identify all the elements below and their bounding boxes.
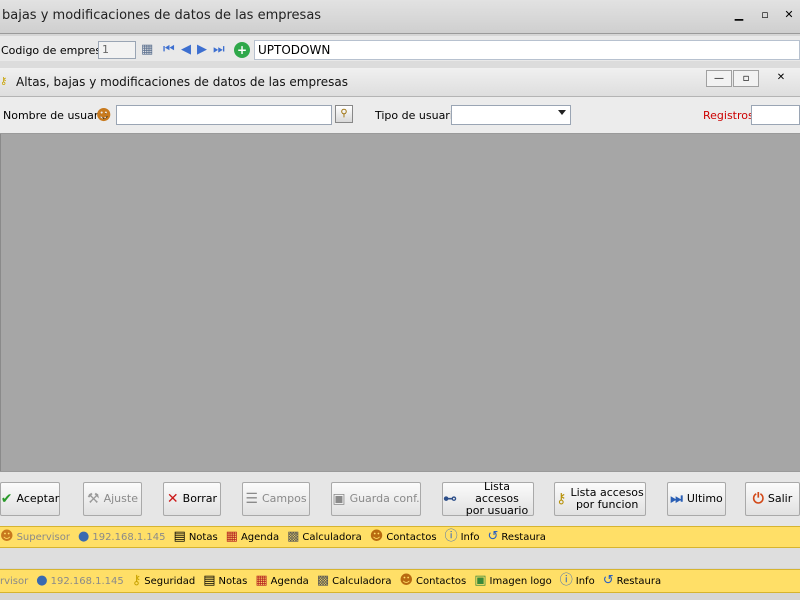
outer-window: bajas y modificaciones de datos de las e… — [0, 0, 800, 600]
registros-label: Registros — [703, 109, 754, 122]
status-user: rvisor — [0, 575, 29, 587]
registros-field — [751, 105, 800, 125]
status-contactos[interactable]: ☻ Contactos — [399, 574, 466, 588]
notepad-icon: ▤ — [203, 573, 216, 588]
next-icon: ⏭ — [670, 491, 683, 507]
codigo-label: Codigo de empresa — [1, 44, 108, 57]
inner-window-title: Altas, bajas y modificaciones de datos d… — [16, 75, 349, 89]
status-gap — [0, 548, 800, 568]
ultimo-button[interactable]: ⏭ Ultimo — [667, 482, 726, 516]
inner-window: ⚷ Altas, bajas y modificaciones de datos… — [0, 68, 800, 600]
keys-icon: ⚷ — [556, 491, 567, 507]
tipo-usuario-select[interactable] — [451, 105, 571, 125]
inner-minimize-button[interactable]: — — [706, 70, 732, 87]
last-record-icon[interactable]: ⏭ — [213, 42, 225, 58]
status-calculadora[interactable]: ▩ Calculadora — [287, 530, 362, 544]
nombre-usuario-label: Nombre de usuario — [3, 109, 109, 122]
records-area — [0, 134, 800, 471]
binoculars-icon: ⊷ — [443, 491, 457, 507]
lista-accesos-funcion-button[interactable]: ⚷ Lista accesos por funcion — [554, 482, 646, 516]
status-agenda[interactable]: ▦ Agenda — [226, 530, 279, 544]
filter-bar: Nombre de usuario ☻ ⚲ Tipo de usuario Re… — [0, 97, 800, 134]
key-icon: ⚷ — [131, 573, 142, 588]
x-icon: ✕ — [166, 491, 179, 507]
power-icon: ⏻ — [752, 491, 764, 507]
network-icon: ● — [78, 529, 90, 544]
outer-window-title: bajas y modificaciones de datos de las e… — [2, 8, 322, 23]
status-restaura[interactable]: ↺ Restaura — [603, 574, 661, 588]
ajuste-button[interactable]: ⚒ Ajuste — [83, 482, 142, 516]
status-info[interactable]: ⓘ Info — [560, 574, 595, 588]
first-record-icon[interactable]: ⏮ — [163, 42, 175, 58]
list-icon: ☰ — [245, 491, 258, 507]
status-info[interactable]: ⓘ Info — [445, 530, 480, 544]
notepad-icon: ▤ — [173, 529, 186, 544]
inner-status-bar: ☻ Supervisor ● 192.168.1.145 ▤ Notas ▦ A… — [0, 526, 800, 548]
status-ip: ● 192.168.1.145 — [78, 529, 166, 544]
user-icon: ☻ — [0, 529, 14, 544]
status-notas[interactable]: ▤ Notas — [174, 530, 218, 544]
previous-record-icon[interactable]: ◀ — [181, 42, 191, 58]
campos-button[interactable]: ☰ Campos — [242, 482, 310, 516]
inner-close-button[interactable]: ✕ — [768, 70, 794, 87]
calculator-icon: ▩ — [316, 573, 330, 588]
borrar-button[interactable]: ✕ Borrar — [163, 482, 221, 516]
floppy-icon: ▣ — [332, 491, 346, 507]
inner-titlebar: ⚷ Altas, bajas y modificaciones de datos… — [0, 68, 800, 97]
outer-titlebar: bajas y modificaciones de datos de las e… — [0, 0, 800, 34]
status-seguridad[interactable]: ⚷ Seguridad — [132, 574, 195, 588]
guarda-conf-button[interactable]: ▣ Guarda conf. — [331, 482, 421, 516]
chevron-down-icon — [558, 110, 566, 115]
aceptar-button[interactable]: ✔ Aceptar — [0, 482, 60, 516]
wrench-icon: ⚒ — [87, 491, 100, 507]
info-icon: ⓘ — [559, 573, 573, 588]
company-name-field[interactable]: UPTODOWN — [254, 40, 800, 60]
calendar-icon: ▦ — [255, 573, 268, 588]
contacts-icon: ☻ — [399, 573, 414, 588]
user-search-button[interactable]: ⚲ — [335, 105, 353, 123]
tipo-usuario-label: Tipo de usuario — [375, 109, 460, 122]
inner-restore-button[interactable]: ▫ — [733, 70, 759, 87]
check-icon: ✔ — [0, 491, 13, 507]
user-icon: ☻ — [96, 106, 112, 124]
status-contactos[interactable]: ☻ Contactos — [370, 530, 437, 544]
status-agenda[interactable]: ▦ Agenda — [255, 574, 308, 588]
network-icon: ● — [36, 573, 48, 588]
outer-status-bar: rvisor ● 192.168.1.145 ⚷ Seguridad ▤ Not… — [0, 569, 800, 593]
next-record-icon[interactable]: ▶ — [197, 42, 207, 58]
outer-close-button[interactable]: ✕ — [780, 6, 798, 24]
status-imagen-logo[interactable]: ▣ Imagen logo — [474, 574, 552, 588]
image-icon: ▣ — [474, 573, 487, 588]
calculator-icon: ▩ — [287, 529, 300, 544]
info-icon: ⓘ — [444, 529, 458, 544]
outer-maximize-button[interactable]: ▫ — [756, 6, 774, 24]
salir-button[interactable]: ⏻ Salir — [745, 482, 800, 516]
outer-minimize-button[interactable]: ▁ — [730, 6, 748, 24]
contacts-icon: ☻ — [369, 529, 384, 544]
button-bar: ✔ Aceptar ⚒ Ajuste ✕ Borrar ☰ Campos ▣ G… — [0, 471, 800, 527]
nombre-usuario-input[interactable] — [116, 105, 332, 125]
status-restaura[interactable]: ↺ Restaura — [488, 530, 546, 544]
status-notas[interactable]: ▤ Notas — [203, 574, 247, 588]
status-ip: ● 192.168.1.145 — [36, 573, 124, 588]
calendar-icon: ▦ — [225, 529, 238, 544]
lista-accesos-usuario-button[interactable]: ⊷ Lista accesos por usuario — [442, 481, 534, 517]
restore-icon: ↺ — [487, 529, 499, 544]
key-icon: ⚷ — [0, 76, 8, 87]
restore-icon: ↺ — [602, 573, 614, 588]
codigo-input[interactable]: 1 — [98, 41, 136, 59]
status-user: ☻ Supervisor — [0, 529, 70, 544]
add-company-icon[interactable]: + — [234, 42, 250, 58]
database-icon[interactable]: ▦ — [141, 42, 153, 58]
status-calculadora[interactable]: ▩ Calculadora — [317, 574, 392, 588]
